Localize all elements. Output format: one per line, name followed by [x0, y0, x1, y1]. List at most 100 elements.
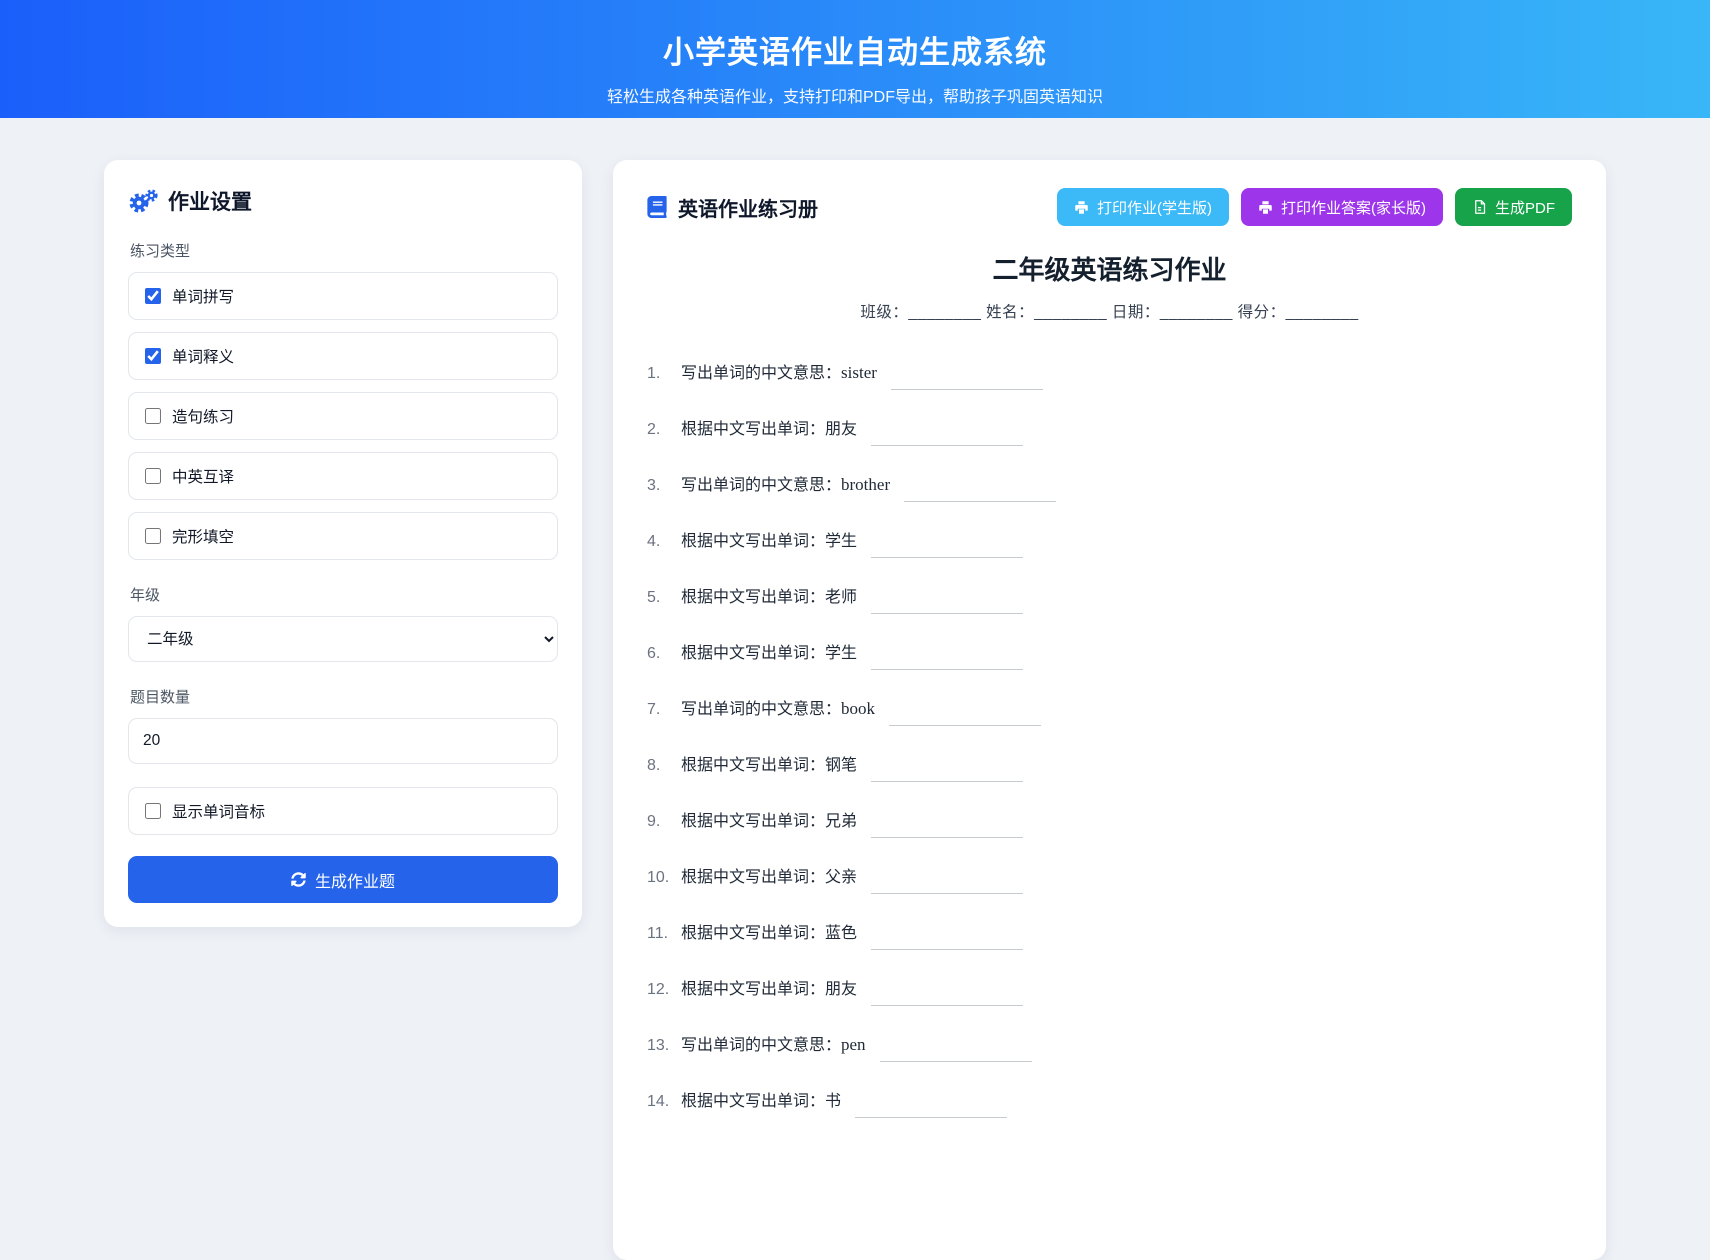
- question-number: 6.: [647, 645, 681, 663]
- question-count-label: 题目数量: [130, 686, 556, 707]
- question-number: 1.: [647, 365, 681, 383]
- question-number: 8.: [647, 757, 681, 775]
- question-number: 13.: [647, 1037, 681, 1055]
- question-term: 蓝色: [825, 925, 857, 942]
- gears-icon: [128, 188, 158, 214]
- question-prompt: 根据中文写出单词：: [681, 589, 825, 606]
- question-number: 2.: [647, 421, 681, 439]
- question-term: 学生: [825, 645, 857, 662]
- book-icon: [647, 196, 667, 218]
- settings-panel: 作业设置 练习类型 单词拼写 单词释义 造句练习 中英互译 完形填空 年级 二年…: [104, 160, 582, 927]
- answer-blank: [871, 982, 1023, 1006]
- question-term: 朋友: [825, 421, 857, 438]
- question-number: 7.: [647, 701, 681, 719]
- question-prompt: 根据中文写出单词：: [681, 757, 825, 774]
- question-term: 兄弟: [825, 813, 857, 830]
- phonetic-label: 显示单词音标: [172, 800, 265, 822]
- answer-blank: [871, 534, 1023, 558]
- answer-blank: [889, 702, 1041, 726]
- question-prompt: 根据中文写出单词：: [681, 869, 825, 886]
- question-row: 9.根据中文写出单词：兄弟: [647, 807, 1572, 837]
- exercise-type-checkbox[interactable]: [145, 528, 161, 544]
- main-content: 作业设置 练习类型 单词拼写 单词释义 造句练习 中英互译 完形填空 年级 二年…: [0, 118, 1710, 1260]
- worksheet-meta: 班级：________ 姓名：________ 日期：________ 得分：_…: [647, 300, 1572, 322]
- exercise-type-checkbox-row[interactable]: 单词释义: [128, 332, 558, 380]
- question-term: book: [841, 699, 875, 718]
- exercise-type-checkbox[interactable]: [145, 288, 161, 304]
- exercise-type-checkbox[interactable]: [145, 408, 161, 424]
- exercise-type-checkbox-row[interactable]: 单词拼写: [128, 272, 558, 320]
- question-number: 4.: [647, 533, 681, 551]
- question-number: 5.: [647, 589, 681, 607]
- exercise-type-label-text: 中英互译: [172, 465, 234, 487]
- question-row: 3.写出单词的中文意思：brother: [647, 471, 1572, 501]
- worksheet-panel: 英语作业练习册 打印作业(学生版): [613, 160, 1606, 1260]
- worksheet-panel-title: 英语作业练习册: [678, 193, 818, 222]
- phonetic-checkbox-row[interactable]: 显示单词音标: [128, 787, 558, 835]
- question-row: 10.根据中文写出单词：父亲: [647, 863, 1572, 893]
- exercise-type-checkbox[interactable]: [145, 468, 161, 484]
- exercise-type-checkbox-row[interactable]: 完形填空: [128, 512, 558, 560]
- pdf-file-icon: [1472, 199, 1487, 215]
- question-row: 7.写出单词的中文意思：book: [647, 695, 1572, 725]
- settings-title: 作业设置: [168, 186, 252, 216]
- grade-label: 年级: [130, 584, 556, 605]
- answer-blank: [904, 478, 1056, 502]
- question-row: 1.写出单词的中文意思：sister: [647, 359, 1572, 389]
- answer-blank: [871, 422, 1023, 446]
- app-title: 小学英语作业自动生成系统: [0, 0, 1710, 72]
- answer-blank: [871, 758, 1023, 782]
- question-list: 1.写出单词的中文意思：sister 2.根据中文写出单词：朋友 3.写出单词的…: [647, 359, 1572, 1117]
- worksheet-title: 二年级英语练习作业: [647, 250, 1572, 287]
- question-row: 11.根据中文写出单词：蓝色: [647, 919, 1572, 949]
- question-prompt: 根据中文写出单词：: [681, 981, 825, 998]
- question-prompt: 写出单词的中文意思：: [681, 365, 841, 382]
- exercise-type-checkbox-row[interactable]: 中英互译: [128, 452, 558, 500]
- exercise-type-label-text: 造句练习: [172, 405, 234, 427]
- print-answers-button[interactable]: 打印作业答案(家长版): [1241, 188, 1443, 226]
- generate-homework-button[interactable]: 生成作业题: [128, 856, 558, 903]
- question-prompt: 根据中文写出单词：: [681, 421, 825, 438]
- question-number: 14.: [647, 1093, 681, 1111]
- question-term: 书: [825, 1093, 841, 1110]
- question-prompt: 根据中文写出单词：: [681, 533, 825, 550]
- question-number: 12.: [647, 981, 681, 999]
- exercise-type-label-text: 完形填空: [172, 525, 234, 547]
- answer-blank: [891, 366, 1043, 390]
- answer-blank: [871, 870, 1023, 894]
- question-row: 8.根据中文写出单词：钢笔: [647, 751, 1572, 781]
- exercise-type-checkbox[interactable]: [145, 348, 161, 364]
- question-prompt: 根据中文写出单词：: [681, 813, 825, 830]
- exercise-type-label-text: 单词释义: [172, 345, 234, 367]
- exercise-type-label: 练习类型: [130, 240, 556, 261]
- printer-icon: [1074, 200, 1089, 215]
- exercise-type-list: 单词拼写 单词释义 造句练习 中英互译 完形填空: [128, 272, 558, 560]
- question-term: sister: [841, 363, 877, 382]
- answer-blank: [871, 590, 1023, 614]
- generate-homework-label: 生成作业题: [315, 868, 395, 892]
- generate-pdf-label: 生成PDF: [1495, 197, 1555, 218]
- grade-select[interactable]: 二年级: [128, 616, 558, 662]
- question-row: 2.根据中文写出单词：朋友: [647, 415, 1572, 445]
- question-row: 5.根据中文写出单词：老师: [647, 583, 1572, 613]
- question-term: 朋友: [825, 981, 857, 998]
- question-prompt: 写出单词的中文意思：: [681, 1037, 841, 1054]
- print-student-button[interactable]: 打印作业(学生版): [1057, 188, 1229, 226]
- answer-blank: [871, 814, 1023, 838]
- exercise-type-checkbox-row[interactable]: 造句练习: [128, 392, 558, 440]
- question-row: 6.根据中文写出单词：学生: [647, 639, 1572, 669]
- print-student-label: 打印作业(学生版): [1097, 197, 1212, 218]
- question-row: 13.写出单词的中文意思：pen: [647, 1031, 1572, 1061]
- question-prompt: 写出单词的中文意思：: [681, 701, 841, 718]
- printer-icon: [1258, 200, 1273, 215]
- answer-blank: [871, 926, 1023, 950]
- print-answers-label: 打印作业答案(家长版): [1281, 197, 1426, 218]
- question-count-input[interactable]: [128, 718, 558, 764]
- answer-blank: [855, 1094, 1007, 1118]
- question-number: 10.: [647, 869, 681, 887]
- generate-pdf-button[interactable]: 生成PDF: [1455, 188, 1572, 226]
- question-term: 老师: [825, 589, 857, 606]
- phonetic-checkbox[interactable]: [145, 803, 161, 819]
- question-term: brother: [841, 475, 890, 494]
- answer-blank: [871, 646, 1023, 670]
